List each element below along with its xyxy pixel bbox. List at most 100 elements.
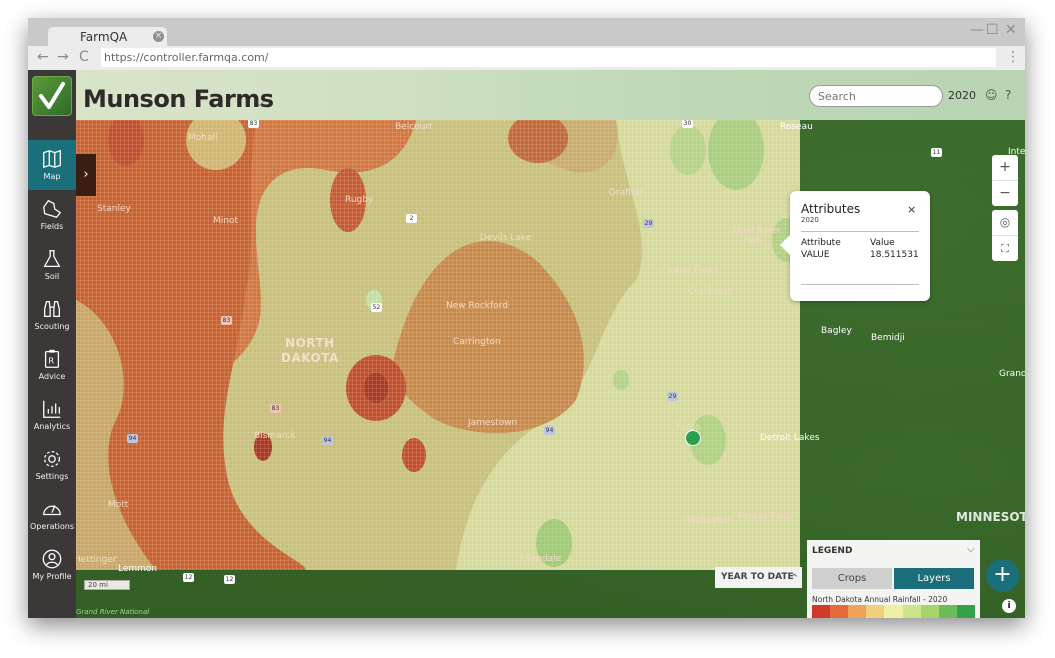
divider bbox=[801, 284, 919, 285]
city-label: Detroit Lakes bbox=[760, 433, 820, 443]
scale-bar: 20 mi bbox=[84, 580, 130, 590]
expand-panel-button[interactable]: › bbox=[76, 154, 96, 196]
maximize-icon[interactable]: ☐ bbox=[986, 22, 999, 38]
highway-shield: 11 bbox=[931, 148, 942, 157]
window-close-icon[interactable]: ✕ bbox=[1005, 22, 1017, 38]
city-label: Carrington bbox=[453, 337, 501, 347]
sidebar-item-scouting[interactable]: Scouting bbox=[28, 290, 76, 340]
selected-field-marker[interactable] bbox=[685, 430, 701, 446]
highway-shield: 83 bbox=[221, 316, 232, 325]
highway-shield: 83 bbox=[248, 120, 259, 128]
sidebar-item-fields[interactable]: Fields bbox=[28, 190, 76, 240]
zoom-in-button[interactable]: + bbox=[992, 155, 1018, 181]
flask-icon bbox=[43, 250, 61, 267]
tab-crops[interactable]: Crops bbox=[812, 568, 892, 589]
tab-bar: FarmQA × — ☐ ✕ bbox=[28, 18, 1025, 46]
sidebar-item-label: Fields bbox=[40, 222, 64, 231]
city-label: Grand bbox=[999, 369, 1025, 379]
browser-tab[interactable]: FarmQA × bbox=[48, 27, 167, 46]
checkmark-logo-icon bbox=[39, 82, 65, 109]
year-selector[interactable]: 2020 bbox=[948, 89, 976, 102]
map-tool-control: ◎ ⛶ bbox=[992, 210, 1018, 261]
sidebar-item-map[interactable]: Map bbox=[28, 140, 76, 190]
rain-spot bbox=[364, 373, 388, 403]
ytd-label: YEAR TO DATE bbox=[721, 572, 794, 582]
close-icon[interactable]: × bbox=[907, 203, 916, 216]
state-label-minnesota: MINNESOTA bbox=[956, 510, 1025, 524]
sidebar-item-label: My Profile bbox=[32, 572, 72, 581]
city-label: Grand Forks bbox=[663, 266, 718, 276]
sidebar-item-label: Operations bbox=[30, 522, 74, 531]
city-label: Roseau bbox=[780, 122, 813, 132]
sidebar-item-advice[interactable]: R Advice bbox=[28, 340, 76, 390]
chevron-down-icon[interactable]: ⌵ bbox=[967, 544, 975, 555]
interstate-shield: 94 bbox=[127, 434, 138, 443]
sidebar-item-analytics[interactable]: Analytics bbox=[28, 390, 76, 440]
city-label: Bismarck bbox=[254, 431, 296, 441]
city-label: Jamestown bbox=[468, 418, 518, 428]
sidebar-item-my-profile[interactable]: My Profile bbox=[28, 540, 76, 590]
city-label: New Rockford bbox=[446, 301, 508, 311]
rain-spot bbox=[402, 438, 426, 472]
city-label: Rugby bbox=[345, 195, 374, 205]
address-bar: ← → C https://controller.farmqa.com/ ⋮ bbox=[28, 46, 1025, 70]
zoom-control: + − bbox=[992, 155, 1018, 206]
sidebar-item-soil[interactable]: Soil bbox=[28, 240, 76, 290]
forward-icon[interactable]: → bbox=[57, 49, 69, 65]
color-ramp-swatch bbox=[848, 605, 867, 618]
city-label: Wahpeton bbox=[687, 516, 733, 526]
farmqa-logo[interactable] bbox=[32, 76, 72, 116]
map-icon bbox=[43, 149, 61, 169]
prescription-icon: R bbox=[44, 349, 60, 368]
sidebar-item-label: Scouting bbox=[34, 322, 70, 331]
highway-shield: 2 bbox=[406, 214, 417, 223]
bar-chart-icon bbox=[43, 400, 61, 418]
search-input[interactable] bbox=[809, 85, 943, 107]
interstate-shield: 94 bbox=[544, 426, 555, 435]
help-icon[interactable]: ? bbox=[1005, 88, 1011, 102]
sidebar-item-operations[interactable]: Operations bbox=[28, 490, 76, 540]
gauge-icon bbox=[43, 505, 61, 516]
info-icon[interactable]: i bbox=[1002, 599, 1016, 613]
browser-menu-icon[interactable]: ⋮ bbox=[1006, 49, 1020, 65]
color-ramp bbox=[812, 605, 975, 618]
farm-name[interactable]: Munson Farms bbox=[83, 85, 274, 113]
app-header: Munson Farms ⌵ 2020 ☺ ? bbox=[76, 70, 1025, 120]
highway-shield: 30 bbox=[682, 120, 693, 128]
highway-shield: 52 bbox=[371, 303, 382, 312]
sidebar-item-label: Settings bbox=[35, 472, 69, 481]
sidebar-item-settings[interactable]: Settings bbox=[28, 440, 76, 490]
color-ramp-swatch bbox=[902, 605, 921, 618]
feedback-smiley-icon[interactable]: ☺ bbox=[985, 88, 998, 102]
chevron-down-icon[interactable]: ⌵ bbox=[255, 95, 264, 110]
back-icon[interactable]: ← bbox=[37, 49, 49, 65]
sidebar: Map Fields Soil Scouting R Advice Analyt… bbox=[28, 70, 76, 618]
zoom-out-button[interactable]: − bbox=[992, 181, 1018, 206]
rainfall-heatmap-layer bbox=[76, 120, 800, 570]
highway-shield: 83 bbox=[270, 404, 281, 413]
chevron-up-icon: ^ bbox=[790, 573, 799, 584]
tab-layers[interactable]: Layers bbox=[894, 568, 974, 589]
color-ramp-swatch bbox=[920, 605, 939, 618]
zoom-extent-icon[interactable]: ⛶ bbox=[992, 236, 1018, 261]
url-field[interactable]: https://controller.farmqa.com/ bbox=[101, 48, 996, 67]
city-label: Ellendale bbox=[520, 554, 562, 564]
divider bbox=[801, 231, 919, 232]
state-label: NORTH DAKOTA bbox=[281, 336, 339, 365]
city-label: Stanley bbox=[97, 204, 131, 214]
attribute-value: 18.511531 bbox=[870, 250, 919, 260]
add-button[interactable]: + bbox=[986, 559, 1019, 592]
attributes-popup: Attributes 2020 × Attribute Value VALUE … bbox=[780, 191, 930, 301]
map-canvas[interactable]: NORTH DAKOTA Mohall Belcourt Roseau Stanl… bbox=[76, 120, 1025, 618]
minimize-icon[interactable]: — bbox=[970, 22, 984, 38]
tab-close-icon[interactable]: × bbox=[153, 31, 164, 42]
legend-panel: LEGEND ⌵ Crops Layers North Dakota Annua… bbox=[807, 540, 980, 618]
field-icon bbox=[43, 199, 62, 218]
attribute-name: VALUE bbox=[801, 250, 830, 260]
interstate-shield: 29 bbox=[667, 392, 678, 401]
color-ramp-swatch bbox=[812, 605, 831, 618]
interstate-shield: 94 bbox=[322, 436, 333, 445]
reload-icon[interactable]: C bbox=[79, 49, 89, 65]
year-to-date-toggle[interactable]: YEAR TO DATE ^ bbox=[715, 567, 802, 588]
locate-icon[interactable]: ◎ bbox=[992, 210, 1018, 236]
